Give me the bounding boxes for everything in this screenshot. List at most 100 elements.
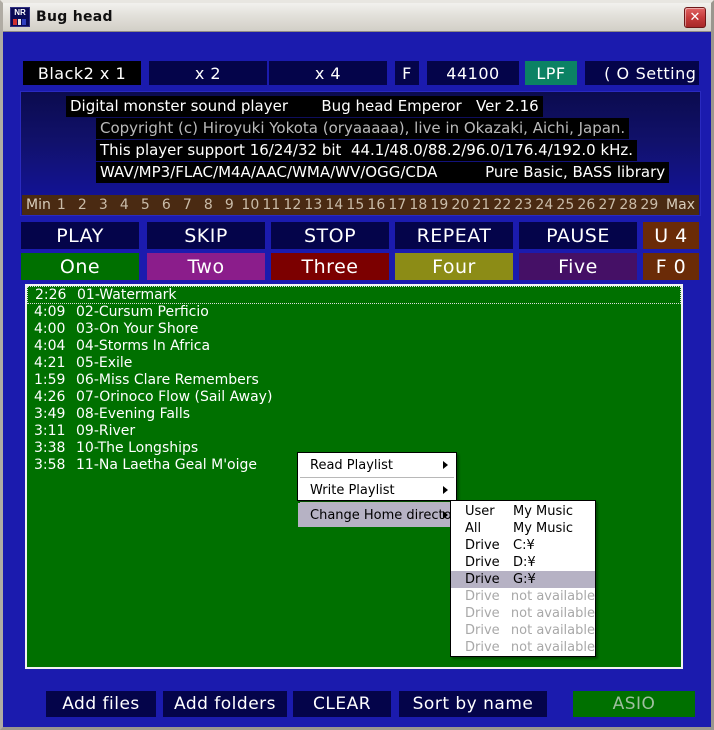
volume-tick-26[interactable]: 26 [576,197,597,213]
volume-tick-18[interactable]: 18 [408,197,429,213]
preset-button-one[interactable]: One [21,253,139,280]
info-line-text: WAV/MP3/FLAC/M4A/AAC/WMA/WV/OGG/CDA Pure… [96,162,670,183]
context-submenu-home-directory[interactable]: User My Music All My Music Drive C:¥ Drive D:¥ D… [450,500,596,657]
playlist-row-time: 1:59 [34,372,66,388]
preset-button-two[interactable]: Two [147,253,265,280]
context-menu[interactable]: Read Playlist Write Playlist Change Home d… [297,452,465,527]
submenu-item-drive[interactable]: Drive G:¥ [451,571,595,588]
toolbar-button-samplerate[interactable]: 44100 [427,61,519,85]
volume-tick-3[interactable]: 3 [93,197,114,213]
playlist-row[interactable]: 4:00 03-On Your Shore [27,321,681,338]
volume-tick-10[interactable]: 10 [240,197,261,213]
volume-tick-7[interactable]: 7 [177,197,198,213]
transport-button-skip[interactable]: SKIP [147,222,265,249]
submenu-item-drive[interactable]: Drive D:¥ [451,554,595,571]
submenu-item-value: G:¥ [513,572,536,587]
volume-tick-14[interactable]: 14 [324,197,345,213]
bottom-button-asio[interactable]: ASIO [573,691,695,717]
playlist-row[interactable]: 4:21 05-Exile [27,355,681,372]
volume-max-label: Max [666,197,695,213]
volume-tick-22[interactable]: 22 [492,197,513,213]
volume-tick-20[interactable]: 20 [450,197,471,213]
volume-tick-24[interactable]: 24 [534,197,555,213]
submenu-arrow-icon [443,486,448,494]
volume-tick-23[interactable]: 23 [513,197,534,213]
playlist-row[interactable]: 3:11 09-River [27,423,681,440]
bottom-button-clear[interactable]: CLEAR [293,691,391,717]
toolbar-button-preset[interactable]: Black2 x 1 [23,61,141,85]
volume-tick-2[interactable]: 2 [72,197,93,213]
playlist-row-title: 06-Miss Clare Remembers [76,372,259,388]
volume-tick-16[interactable]: 16 [366,197,387,213]
toolbar-button-x2[interactable]: x 2 [149,61,267,85]
info-line-text: Copyright (c) Hiroyuki Yokota (oryaaaaa)… [96,118,630,139]
playlist-row-time: 4:00 [34,321,66,337]
volume-tick-17[interactable]: 17 [387,197,408,213]
toolbar-button-setting[interactable]: Setting [633,61,699,85]
volume-tick-1[interactable]: 1 [51,197,72,213]
volume-tick-6[interactable]: 6 [156,197,177,213]
close-icon[interactable]: ✕ [684,7,706,28]
preset-button-four[interactable]: Four [395,253,513,280]
playlist-row[interactable]: 1:59 06-Miss Clare Remembers [27,372,681,389]
playlist-row[interactable]: 2:26 01-Watermark [27,286,681,304]
app-icon-bar-white [18,19,21,25]
toolbar-button-f[interactable]: F [395,61,419,85]
volume-tick-25[interactable]: 25 [555,197,576,213]
submenu-item-drive[interactable]: Drive C:¥ [451,537,595,554]
submenu-item-kind: Drive [465,555,500,570]
playlist-row-title: 08-Evening Falls [76,406,191,422]
submenu-item-drive[interactable]: All My Music [451,520,595,537]
preset-button-three[interactable]: Three [271,253,389,280]
info-line-3: This player support 16/24/32 bit 44.1/48… [96,140,638,161]
transport-button-u4[interactable]: U 4 [643,222,699,249]
playlist-row[interactable]: 4:26 07-Orinoco Flow (Sail Away) [27,389,681,406]
transport-button-stop[interactable]: STOP [271,222,389,249]
submenu-item-value: My Music [513,521,574,536]
playlist-row-time: 3:49 [34,406,66,422]
volume-tick-27[interactable]: 27 [597,197,618,213]
volume-tick-29[interactable]: 29 [639,197,660,213]
submenu-item-drive: Drive not available [451,605,595,622]
volume-tick-12[interactable]: 12 [282,197,303,213]
menu-item-change-home-directory[interactable]: Change Home directory [298,503,465,527]
playlist-row[interactable]: 4:09 02-Cursum Perficio [27,304,681,321]
bottom-button-add-folders[interactable]: Add folders [163,691,287,717]
menu-item-read-playlist[interactable]: Read Playlist [298,453,456,477]
volume-tick-4[interactable]: 4 [114,197,135,213]
volume-tick-19[interactable]: 19 [429,197,450,213]
volume-tick-13[interactable]: 13 [303,197,324,213]
volume-tick-9[interactable]: 9 [219,197,240,213]
volume-tick-11[interactable]: 11 [261,197,282,213]
bottom-button-add-files[interactable]: Add files [46,691,156,717]
menu-item-label: Change Home directory [310,507,465,523]
menu-item-write-playlist[interactable]: Write Playlist [298,478,456,502]
submenu-item-drive[interactable]: User My Music [451,503,595,520]
submenu-item-kind: All [465,521,482,536]
submenu-item-drive: Drive not available [451,588,595,605]
transport-button-pause[interactable]: PAUSE [519,222,637,249]
submenu-item-kind: Drive [465,623,500,638]
bottom-button-sort-by-name[interactable]: Sort by name [399,691,547,717]
menu-item-label: Read Playlist [310,457,394,473]
toolbar-button-lpf[interactable]: LPF [525,61,577,85]
transport-button-repeat[interactable]: REPEAT [395,222,513,249]
volume-tick-21[interactable]: 21 [471,197,492,213]
toolbar-button-x4[interactable]: x 4 [269,61,387,85]
preset-button-five[interactable]: Five [519,253,637,280]
volume-scale[interactable]: Min 1 2 3 4 5 6 7 8 9 10 11 12 13 14 15 16 17 18 19 20 21 22 23… [22,195,699,215]
playlist-row[interactable]: 3:49 08-Evening Falls [27,406,681,423]
menu-item-label: Write Playlist [310,482,395,498]
volume-tick-5[interactable]: 5 [135,197,156,213]
submenu-item-value: not available [510,623,595,638]
playlist-row-title: 11-Na Laetha Geal M'oige [76,457,258,473]
playlist-row[interactable]: 4:04 04-Storms In Africa [27,338,681,355]
title-bar: NR Bug head ✕ [3,3,711,32]
playlist-row-time: 3:58 [34,457,66,473]
volume-tick-8[interactable]: 8 [198,197,219,213]
info-line-text: This player support 16/24/32 bit 44.1/48… [96,140,638,161]
volume-tick-15[interactable]: 15 [345,197,366,213]
transport-button-play[interactable]: PLAY [21,222,139,249]
preset-button-f0[interactable]: F 0 [643,253,699,280]
volume-tick-28[interactable]: 28 [618,197,639,213]
